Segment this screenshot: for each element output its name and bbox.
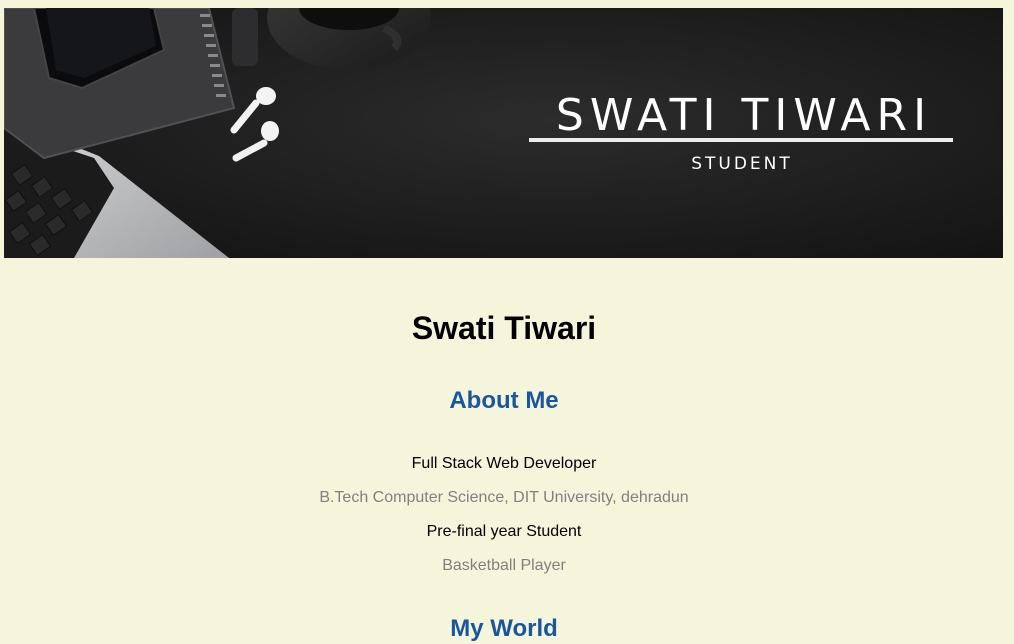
banner-subtitle-text: STUDENT xyxy=(691,154,793,174)
profile-name-heading: Swati Tiwari xyxy=(411,310,597,346)
pen-graphic xyxy=(232,8,258,66)
banner-name-text: SWATI TIWARI xyxy=(555,90,933,141)
my-world-heading: My World xyxy=(450,615,558,642)
about-line-year: Pre-final year Student xyxy=(426,523,582,540)
about-line-hobby: Basketball Player xyxy=(442,557,566,574)
about-line-role: Full Stack Web Developer xyxy=(411,455,597,472)
about-me-heading: About Me xyxy=(449,387,559,414)
banner-divider xyxy=(529,138,953,142)
header-banner: SWATI TIWARI STUDENT xyxy=(4,8,1003,258)
about-line-education: B.Tech Computer Science, DIT University,… xyxy=(319,489,689,506)
